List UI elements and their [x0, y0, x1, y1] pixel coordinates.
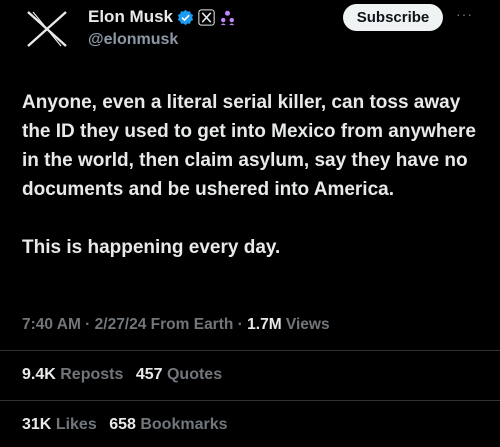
- bookmarks-stat[interactable]: 658 Bookmarks: [109, 416, 227, 433]
- more-options-icon[interactable]: ···: [456, 6, 473, 22]
- stats-row-likes-bookmarks: 31K Likes 658 Bookmarks: [22, 416, 228, 434]
- tweet-meta: 7:40 AM · 2/27/24 From Earth · 1.7M View…: [22, 316, 330, 334]
- views-label: Views: [285, 316, 330, 333]
- views-count: 1.7M: [247, 316, 282, 333]
- quotes-stat[interactable]: 457 Quotes: [136, 366, 222, 383]
- tweet-paragraph: Anyone, even a literal serial killer, ca…: [22, 92, 476, 200]
- avatar[interactable]: [22, 10, 72, 48]
- likes-count: 31K: [22, 416, 52, 433]
- name-row: Elon Musk: [88, 5, 236, 29]
- tweet-paragraph: This is happening every day.: [22, 237, 281, 258]
- likes-stat[interactable]: 31K Likes: [22, 416, 97, 433]
- reposts-count: 9.4K: [22, 366, 56, 383]
- purple-people-icon: [220, 10, 235, 25]
- quotes-label: Quotes: [166, 366, 223, 383]
- tweet-date[interactable]: 2/27/24: [95, 316, 147, 333]
- divider: [0, 350, 500, 351]
- tweet-source: From Earth: [150, 316, 234, 333]
- author-handle[interactable]: @elonmusk: [88, 31, 236, 49]
- reposts-label: Reposts: [60, 366, 124, 383]
- stats-row-reposts-quotes: 9.4K Reposts 457 Quotes: [22, 366, 222, 384]
- bookmarks-count: 658: [109, 416, 136, 433]
- verified-badge-icon: [177, 9, 194, 25]
- quotes-count: 457: [135, 366, 163, 383]
- author-block: Elon Musk @elonmusk: [88, 5, 236, 49]
- meta-separator: ·: [233, 316, 248, 333]
- tweet-time[interactable]: 7:40 AM: [22, 316, 81, 333]
- likes-label: Likes: [55, 416, 97, 433]
- bookmarks-label: Bookmarks: [140, 416, 228, 433]
- reposts-stat[interactable]: 9.4K Reposts: [22, 366, 123, 383]
- subscribe-button[interactable]: Subscribe: [343, 4, 443, 31]
- meta-separator: ·: [80, 316, 95, 333]
- x-affiliate-badge-icon: [198, 8, 215, 26]
- x-logo-icon: [27, 11, 67, 47]
- divider: [0, 400, 500, 401]
- tweet-text: Anyone, even a literal serial killer, ca…: [22, 88, 484, 262]
- author-name[interactable]: Elon Musk: [88, 7, 173, 27]
